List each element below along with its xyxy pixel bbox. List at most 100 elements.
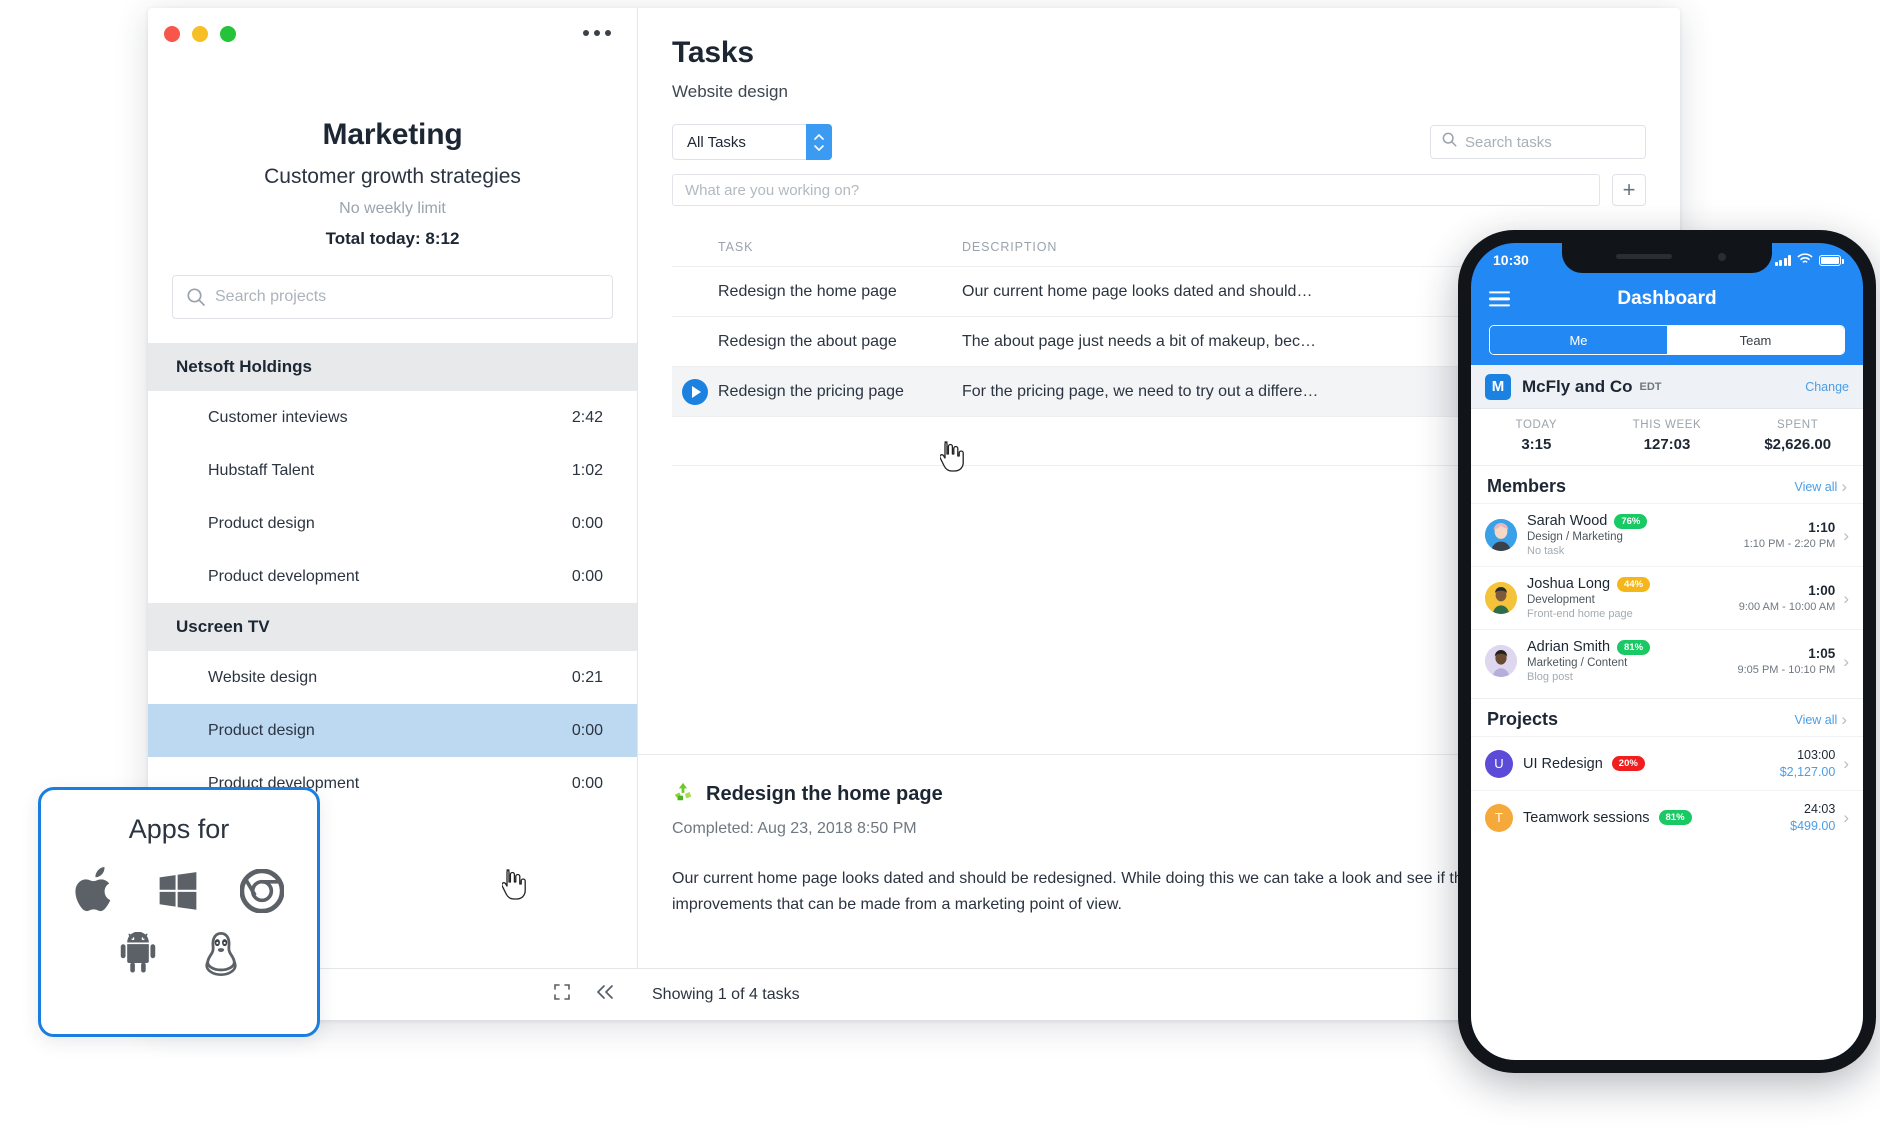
group-label: Netsoft Holdings [176,357,312,376]
start-timer-icon[interactable] [682,378,708,405]
apps-icon-row-2 [116,931,242,977]
linux-icon[interactable] [200,931,242,977]
member-role: Design / Marketing [1527,531,1623,543]
projects-section-header: Projects View all › [1471,698,1863,736]
member-task: No task [1527,545,1565,557]
project-avatar: T [1485,803,1513,832]
change-org-button[interactable]: Change [1805,380,1849,394]
mouse-cursor-tasks [939,440,968,479]
minimize-window-button[interactable] [192,26,208,42]
chevron-right-icon: › [1841,710,1847,729]
project-row-hubstaff-talent[interactable]: Hubstaff Talent 1:02 [148,444,637,497]
project-name: Customer inteviews [208,408,348,426]
maximize-window-button[interactable] [220,26,236,42]
avatar [1485,645,1517,677]
apps-card-title: Apps for [128,814,230,844]
search-icon [185,286,207,308]
members-view-all-link[interactable]: View all › [1794,478,1847,495]
detail-task-title: Redesign the home page [706,783,943,805]
column-header-task: TASK [718,240,754,254]
projects-view-all-link[interactable]: View all › [1794,711,1847,728]
chevron-right-icon[interactable]: › [1843,755,1849,772]
project-progress-badge: 20% [1611,756,1645,771]
member-row-joshua-long[interactable]: Joshua Long 44% Development Front-end ho… [1471,566,1863,629]
stat-label: THIS WEEK [1632,419,1702,431]
projects-title: Projects [1487,709,1559,729]
project-group-header-uscreen[interactable]: Uscreen TV [148,603,637,651]
project-time: 0:00 [571,567,603,585]
apps-for-card: Apps for [38,787,320,1037]
chrome-icon[interactable] [240,869,284,913]
close-window-button[interactable] [164,26,180,42]
project-search-wrapper: Search projects [148,249,637,319]
member-name: Joshua Long [1527,576,1611,592]
project-time: 2:42 [571,408,603,426]
compact-view-icon[interactable] [552,982,572,1007]
hamburger-menu-icon[interactable] [1489,291,1510,307]
project-name: UI Redesign [1523,755,1603,772]
member-role: Marketing / Content [1527,657,1628,669]
tab-team[interactable]: Team [1667,326,1844,354]
tasks-filter-row: All Tasks Search tasks [672,124,1646,160]
more-options-icon[interactable] [583,30,611,36]
project-row-website-design[interactable]: Website design 0:21 [148,651,637,704]
add-task-button[interactable]: + [1612,174,1646,206]
battery-icon [1819,254,1844,266]
view-all-label: View all [1794,712,1838,727]
organization-row[interactable]: M McFly and Co EDT Change [1471,365,1863,409]
member-info: Joshua Long 44% Development Front-end ho… [1527,576,1651,620]
project-time: 0:00 [571,721,603,739]
apple-icon[interactable] [74,867,116,915]
member-duration: 1:10 [1808,520,1836,535]
avatar [1485,519,1517,551]
member-name-line: Joshua Long 44% [1527,576,1651,592]
member-row-adrian-smith[interactable]: Adrian Smith 81% Marketing / Content Blo… [1471,629,1863,692]
chevron-right-icon[interactable]: › [1843,527,1849,544]
new-task-input[interactable]: What are you working on? [672,174,1600,206]
stat-value: 3:15 [1521,436,1552,453]
project-totals: 103:00 $2,127.00 [1780,748,1836,779]
project-avatar: U [1485,749,1513,778]
task-filter-select[interactable]: All Tasks [672,124,832,160]
search-tasks-input[interactable]: Search tasks [1430,125,1646,159]
org-name: McFly and Co [1522,376,1633,396]
activity-badge: 81% [1617,639,1651,655]
task-filter-value: All Tasks [687,133,746,151]
phone-screen-title: Dashboard [1617,288,1717,309]
activity-badge: 44% [1617,576,1651,592]
stat-value: 127:03 [1643,436,1691,453]
project-row-product-design-selected[interactable]: Product design 0:00 [148,704,637,757]
stat-label: TODAY [1515,419,1558,431]
member-row-sarah-wood[interactable]: Sarah Wood 76% Design / Marketing No tas… [1471,503,1863,566]
chevron-updown-icon[interactable] [806,124,832,160]
project-name: Teamwork sessions [1523,809,1650,826]
android-icon[interactable] [116,932,160,976]
stat-spent: SPENT $2,626.00 [1732,419,1863,453]
weekly-limit-label: No weekly limit [339,200,446,217]
phone-speaker [1616,254,1672,259]
phone-content: M McFly and Co EDT Change TODAY 3:15 THI… [1471,365,1863,1060]
member-task: Front-end home page [1527,608,1633,620]
member-name-line: Adrian Smith 81% [1527,639,1651,655]
collapse-sidebar-icon[interactable] [594,983,616,1006]
recycle-task-icon [672,781,694,808]
member-duration: 1:05 [1808,646,1836,661]
project-row-customer-inteviews[interactable]: Customer inteviews 2:42 [148,391,637,444]
search-projects-input[interactable]: Search projects [172,275,613,319]
windows-icon[interactable] [156,870,200,912]
chevron-right-icon[interactable]: › [1843,809,1849,826]
project-group-header-netsoft[interactable]: Netsoft Holdings [148,343,637,391]
project-row-teamwork-sessions[interactable]: T Teamwork sessions 81% 24:03 $499.00 › [1471,790,1863,844]
project-row-product-development[interactable]: Product development 0:00 [148,550,637,603]
chevron-right-icon[interactable]: › [1843,653,1849,670]
tab-me[interactable]: Me [1490,326,1667,354]
project-row-product-design[interactable]: Product design 0:00 [148,497,637,550]
stat-label: SPENT [1777,419,1819,431]
tasks-title: Tasks [672,36,754,69]
project-name: Product design [208,721,315,739]
project-row-ui-redesign[interactable]: U UI Redesign 20% 103:00 $2,127.00 › [1471,736,1863,790]
chevron-right-icon[interactable]: › [1843,590,1849,607]
stat-this-week: THIS WEEK 127:03 [1602,419,1733,453]
sidebar-project-header: Marketing Customer growth strategies No … [148,8,637,249]
project-name: Website design [208,668,318,686]
